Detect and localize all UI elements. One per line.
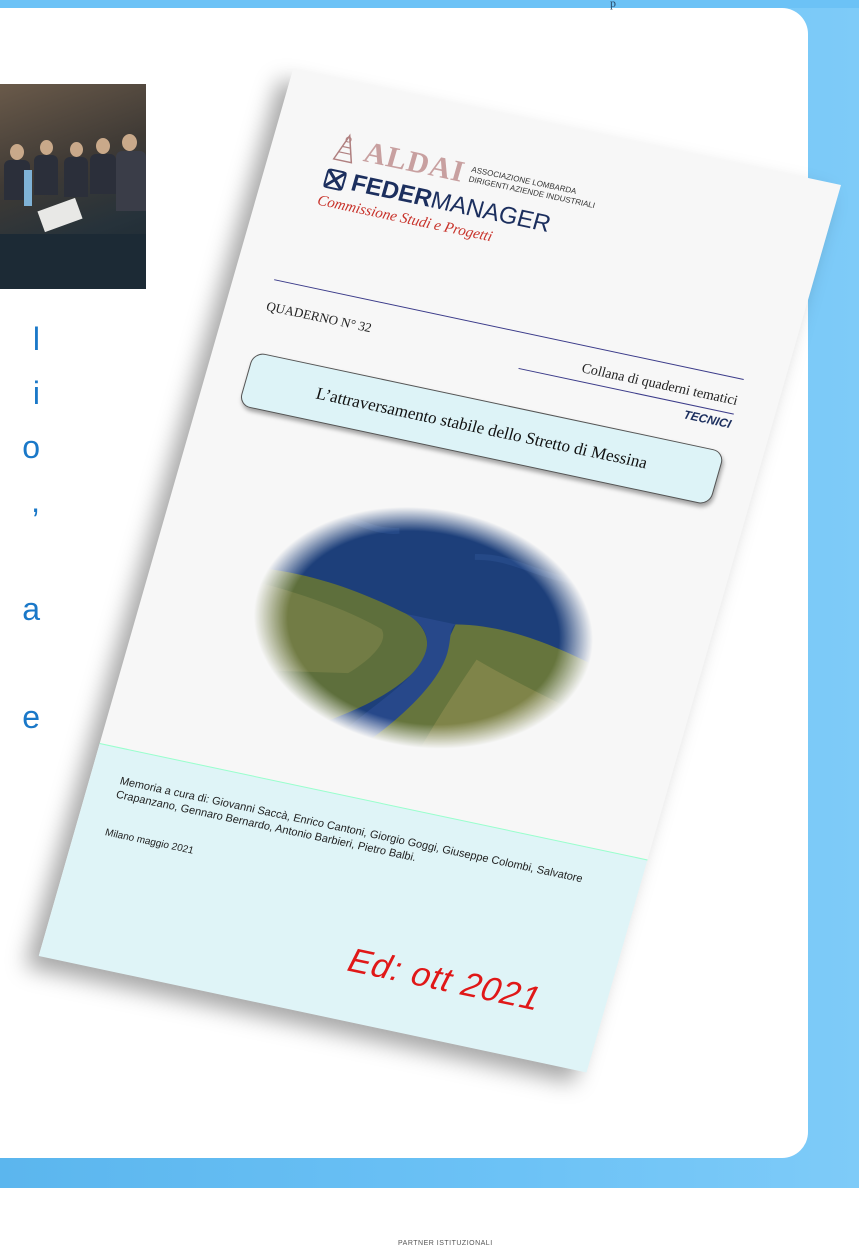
left-text-line: i [32,375,40,411]
left-text-line [0,528,40,582]
partner-label: PARTNER ISTITUZIONALI [398,1240,493,1247]
top-strip [0,0,859,8]
memoria-authors: Memoria a cura di: Giovanni Saccà, Enric… [114,775,584,886]
left-text-line [0,636,40,690]
left-text-line: o [22,429,40,465]
strait-satellite-map [223,476,623,779]
document-title: L’attraversamento stabile dello Stretto … [313,383,650,473]
aldai-emblem-icon [332,133,353,164]
meeting-photo [0,84,146,289]
top-cropped-text: p [610,0,616,10]
logo-block: ALDAI ASSOCIAZIONE LOMBARDA DIRIGENTI AZ… [315,129,601,265]
edition-stamp: Ed: ott 2021 [343,941,546,1019]
federmanager-knot-icon [323,168,347,191]
publication-date: Milano maggio 2021 [103,827,195,857]
left-text-line: a [22,591,40,627]
left-cropped-text: l i o , a e [0,312,40,744]
left-text-line: e [22,699,40,735]
quaderno-number: QUADERNO N° 32 [264,298,374,336]
left-text-line: , [31,483,40,519]
left-text-line: l [32,321,40,357]
